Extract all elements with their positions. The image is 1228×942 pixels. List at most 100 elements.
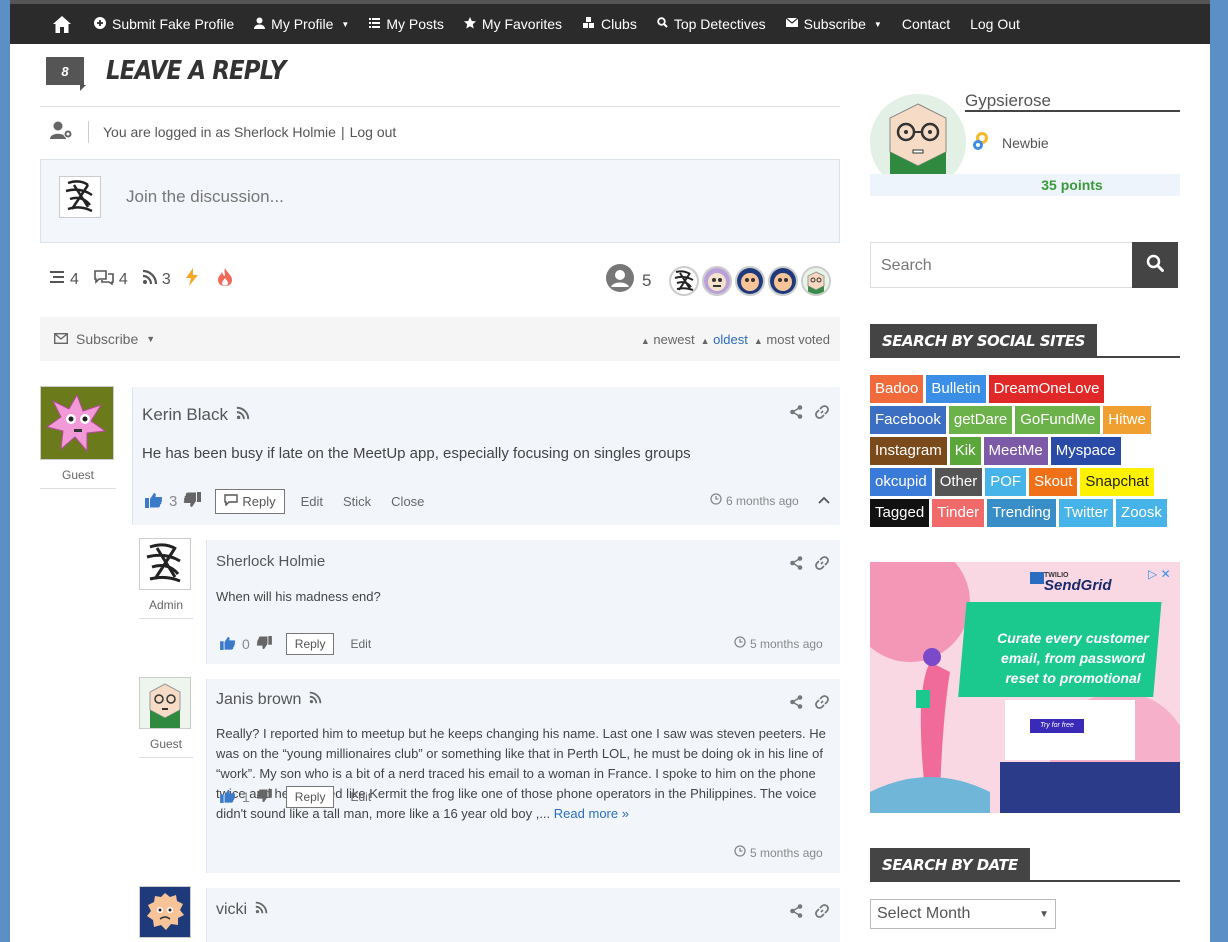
advertisement[interactable]: ▷ ✕ TWILIO SendGrid Curate every custome… — [870, 562, 1180, 813]
social-tag-okcupid[interactable]: okcupid — [870, 468, 932, 496]
participant-avatar[interactable] — [669, 265, 700, 296]
social-tag-snapchat[interactable]: Snapchat — [1080, 468, 1154, 496]
nav-item-my-posts[interactable]: My Posts — [369, 16, 444, 32]
rss-icon[interactable] — [255, 901, 268, 919]
rss-icon[interactable] — [236, 405, 250, 425]
social-tag-kik[interactable]: Kik — [949, 437, 981, 465]
nav-label[interactable]: My Favorites — [482, 16, 562, 32]
edit-link[interactable]: Edit — [350, 790, 371, 804]
avatar[interactable] — [139, 538, 191, 590]
social-tag-meetme[interactable]: MeetMe — [983, 437, 1048, 465]
avatar[interactable] — [139, 886, 191, 938]
nav-item-submit-fake-profile[interactable]: Submit Fake Profile — [94, 16, 234, 32]
search-button[interactable] — [1132, 242, 1178, 288]
share-icon[interactable] — [790, 556, 803, 575]
social-tag-badoo[interactable]: Badoo — [870, 375, 924, 403]
nav-label[interactable]: My Posts — [386, 16, 444, 32]
social-tag-trending[interactable]: Trending — [987, 499, 1056, 527]
stick-link[interactable]: Stick — [343, 494, 371, 509]
nav-item-contact[interactable]: Contact — [902, 16, 950, 32]
trending-filter[interactable] — [217, 268, 237, 291]
reply-button[interactable]: Reply — [285, 633, 335, 655]
author-name[interactable]: Kerin Black — [142, 405, 228, 425]
participant-avatar[interactable] — [801, 265, 832, 296]
nav-item-my-favorites[interactable]: My Favorites — [463, 16, 562, 32]
profile-username[interactable]: Gypsierose — [965, 91, 1051, 111]
social-tag-instagram[interactable]: Instagram — [870, 437, 947, 465]
share-icon[interactable] — [790, 405, 803, 424]
nav-item-log-out[interactable]: Log Out — [970, 16, 1020, 32]
nav-label[interactable]: Subscribe — [804, 16, 866, 32]
social-tag-gofundme[interactable]: GoFundMe — [1015, 406, 1101, 434]
social-tag-pof[interactable]: POF — [985, 468, 1027, 496]
social-tag-other[interactable]: Other — [934, 468, 983, 496]
collapse-icon[interactable] — [818, 491, 830, 507]
reply-button[interactable]: Reply — [215, 489, 285, 514]
search-input[interactable]: Search — [871, 243, 1132, 287]
thumbs-up-icon[interactable] — [220, 636, 236, 653]
participant-avatar[interactable] — [735, 265, 766, 296]
link-icon[interactable] — [815, 556, 829, 575]
clock-icon — [710, 493, 722, 508]
avatar[interactable] — [139, 677, 191, 729]
social-tag-dreamonelove[interactable]: DreamOneLove — [988, 375, 1105, 403]
fire-icon[interactable] — [217, 268, 237, 291]
social-tag-tagged[interactable]: Tagged — [870, 499, 930, 527]
ad-cta-button[interactable]: Try for free — [1030, 719, 1084, 733]
link-icon[interactable] — [815, 405, 829, 424]
thumbs-down-icon[interactable] — [183, 492, 202, 511]
reply-button[interactable]: Reply — [285, 786, 335, 808]
social-tag-tinder[interactable]: Tinder — [932, 499, 985, 527]
nav-item-clubs[interactable]: Clubs — [582, 16, 637, 32]
share-icon[interactable] — [790, 904, 803, 923]
thumbs-down-icon[interactable] — [256, 788, 272, 806]
edit-link[interactable]: Edit — [301, 494, 323, 509]
author-name[interactable]: Sherlock Holmie — [216, 553, 325, 570]
logout-link[interactable]: Log out — [350, 124, 397, 140]
link-icon[interactable] — [815, 904, 829, 923]
social-tag-hitwe[interactable]: Hitwe — [1103, 406, 1151, 434]
subscribe-label[interactable]: Subscribe — [76, 331, 138, 347]
edit-link[interactable]: Edit — [350, 637, 371, 651]
bolt-icon[interactable] — [185, 268, 203, 291]
social-tag-myspace[interactable]: Myspace — [1050, 437, 1121, 465]
nav-item-subscribe[interactable]: Subscribe ▼ — [785, 16, 882, 32]
social-tag-getdare[interactable]: getDare — [948, 406, 1013, 434]
nav-label[interactable]: Log Out — [970, 16, 1020, 32]
nav-label[interactable]: Submit Fake Profile — [112, 16, 234, 32]
nav-label[interactable]: Clubs — [601, 16, 637, 32]
avatar[interactable] — [40, 386, 114, 460]
read-more-link[interactable]: Read more » — [554, 806, 629, 821]
nav-label[interactable]: Top Detectives — [674, 16, 766, 32]
sort-oldest[interactable]: ▲ oldest — [701, 332, 748, 347]
thumbs-down-icon[interactable] — [256, 635, 272, 653]
social-tag-zoosk[interactable]: Zoosk — [1116, 499, 1167, 527]
author-name[interactable]: Janis brown — [216, 691, 301, 709]
sort-newest[interactable]: ▲ newest — [641, 332, 695, 347]
subscribe-dropdown[interactable]: Subscribe ▼ — [53, 331, 155, 347]
nav-label[interactable]: Contact — [902, 16, 950, 32]
rss-icon[interactable] — [309, 691, 322, 709]
thumbs-up-icon[interactable] — [220, 789, 236, 806]
comment-form[interactable]: Join the discussion... — [40, 159, 840, 243]
participant-avatar[interactable] — [768, 265, 799, 296]
social-tag-facebook[interactable]: Facebook — [870, 406, 946, 434]
close-link[interactable]: Close — [391, 494, 424, 509]
nav-item-top-detectives[interactable]: Top Detectives — [657, 16, 766, 32]
participant-avatar[interactable] — [702, 265, 733, 296]
link-icon[interactable] — [815, 695, 829, 714]
month-select[interactable]: Select Month ▼ — [870, 899, 1056, 929]
home-icon[interactable] — [52, 14, 72, 34]
comment-input-placeholder[interactable]: Join the discussion... — [126, 187, 284, 207]
nav-label[interactable]: My Profile — [271, 16, 333, 32]
hottest-filter[interactable] — [185, 268, 203, 291]
sort-most-voted[interactable]: ▲ most voted — [754, 332, 830, 347]
author-name[interactable]: vicki — [216, 901, 247, 919]
share-icon[interactable] — [790, 695, 803, 714]
search-icon[interactable] — [1146, 254, 1164, 277]
nav-item-my-profile[interactable]: My Profile ▼ — [254, 16, 349, 32]
thumbs-up-icon[interactable] — [145, 492, 163, 511]
social-tag-twitter[interactable]: Twitter — [1058, 499, 1114, 527]
social-tag-skout[interactable]: Skout — [1029, 468, 1078, 496]
social-tag-bulletin[interactable]: Bulletin — [926, 375, 986, 403]
